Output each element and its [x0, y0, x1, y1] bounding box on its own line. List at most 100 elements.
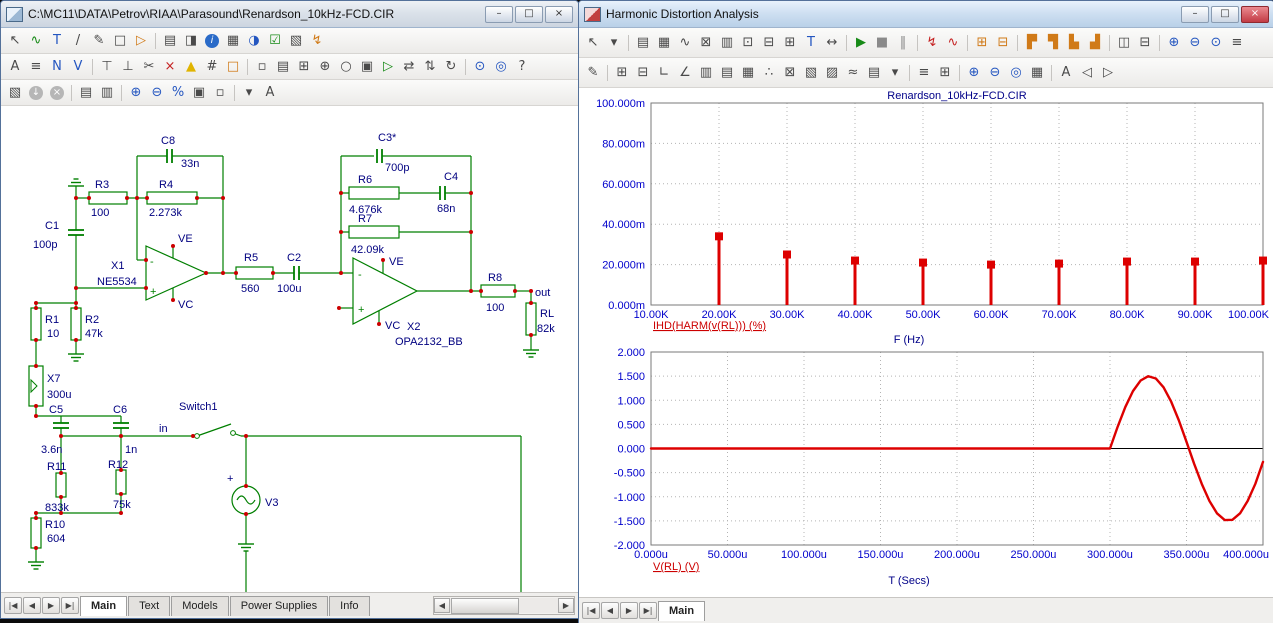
y-axis-icon[interactable]: ⊟ — [633, 63, 653, 83]
schematic-h-scrollbar[interactable]: ◀ ▶ — [433, 596, 575, 615]
power-icon[interactable]: ↯ — [307, 31, 327, 51]
data-points-icon[interactable]: ∴ — [759, 63, 779, 83]
analysis-canvas[interactable]: 100.000m80.000m60.000m40.000m20.000m0.00… — [579, 88, 1273, 597]
probe-transient-icon[interactable]: ↯ — [922, 33, 942, 53]
split-vertical-icon[interactable]: ⊟ — [1135, 33, 1155, 53]
zoom-percent-icon[interactable]: % — [168, 83, 188, 103]
zoom-in-icon[interactable]: ⊕ — [1164, 33, 1184, 53]
stack-icon[interactable]: ≈ — [843, 63, 863, 83]
minor-grid-icon[interactable]: ▦ — [738, 63, 758, 83]
find-next-icon[interactable]: ◎ — [491, 57, 511, 77]
line-tool-icon[interactable]: / — [68, 31, 88, 51]
text-size-icon[interactable]: A — [260, 83, 280, 103]
grid-menu-icon[interactable]: ▦ — [1027, 63, 1047, 83]
border-icon[interactable]: □ — [223, 57, 243, 77]
x-axis-icon[interactable]: ⊞ — [612, 63, 632, 83]
baseline-icon[interactable]: ▨ — [822, 63, 842, 83]
align-icon[interactable]: ≡ — [26, 57, 46, 77]
paste-icon[interactable]: ◨ — [181, 31, 201, 51]
document-icon[interactable]: ▤ — [273, 57, 293, 77]
list-icon[interactable]: ≡ — [1227, 33, 1247, 53]
diode-icon[interactable]: ▷ — [378, 57, 398, 77]
tab-power-supplies[interactable]: Power Supplies — [230, 596, 328, 616]
tab-nav-button[interactable]: |◀ — [582, 602, 600, 619]
minimize-button[interactable]: – — [485, 6, 513, 23]
zoom-in-icon[interactable]: ⊕ — [126, 83, 146, 103]
schematic-window-titlebar[interactable]: C:\MC11\DATA\Petrov\RIAA\Parasound\Renar… — [1, 1, 578, 28]
tab-nav-button[interactable]: ◀ — [601, 602, 619, 619]
node-voltages-icon[interactable]: V — [68, 57, 88, 77]
info-icon[interactable]: i — [205, 34, 219, 48]
waveform-icon[interactable]: ∿ — [675, 33, 695, 53]
select-tool-icon[interactable]: ↖ — [5, 31, 25, 51]
text-attr-icon[interactable]: A — [1056, 63, 1076, 83]
select-tool-icon[interactable]: ↖ — [583, 33, 603, 53]
text-tool-icon[interactable]: T — [47, 31, 67, 51]
properties-icon[interactable]: ⊞ — [294, 57, 314, 77]
numeric-output-icon[interactable]: ≡ — [914, 63, 934, 83]
grid-toggle-icon[interactable]: # — [202, 57, 222, 77]
sheet-icon[interactable]: ▧ — [286, 31, 306, 51]
mirror-icon[interactable]: ⇄ — [399, 57, 419, 77]
tab-models[interactable]: Models — [171, 596, 228, 616]
stop-button-icon[interactable]: ■ — [872, 33, 892, 53]
restore-button[interactable]: □ — [515, 6, 543, 23]
page-icon[interactable]: ▫ — [252, 57, 272, 77]
circle-tool-icon[interactable]: ○ — [336, 57, 356, 77]
remove-scale-icon[interactable]: ⊟ — [993, 33, 1013, 53]
calculator-icon[interactable]: ⊞ — [935, 63, 955, 83]
pan-icon[interactable]: ↔ — [822, 33, 842, 53]
scroll-right-button[interactable]: ▶ — [558, 598, 574, 613]
tab-info[interactable]: Info — [329, 596, 369, 616]
probe-ac-icon[interactable]: ∿ — [943, 33, 963, 53]
grid-y-icon[interactable]: ▤ — [717, 63, 737, 83]
layer-back-icon[interactable]: ▥ — [97, 83, 117, 103]
delete-tool-icon[interactable]: × — [160, 57, 180, 77]
nav-down-icon[interactable]: ↓ — [29, 86, 43, 100]
pane-icon[interactable]: ▤ — [633, 33, 653, 53]
zoom-select-icon[interactable]: ◎ — [1006, 63, 1026, 83]
remove-pane-icon[interactable]: ⊟ — [759, 33, 779, 53]
align-right-icon[interactable]: ▷ — [1098, 63, 1118, 83]
node-numbers-icon[interactable]: N — [47, 57, 67, 77]
tab-nav-button[interactable]: ▶| — [61, 597, 79, 614]
log-x-icon[interactable]: ∟ — [654, 63, 674, 83]
schematic-canvas[interactable]: C833nR3100R42.273kC1100pX1NE5534VEVC-+R5… — [1, 106, 578, 592]
region-select-icon[interactable]: ▫ — [210, 83, 230, 103]
close-button[interactable]: × — [1241, 6, 1269, 23]
wire-mode-icon[interactable]: ∿ — [26, 31, 46, 51]
attach-icon[interactable]: ▧ — [5, 83, 25, 103]
split-horizontal-icon[interactable]: ◫ — [1114, 33, 1134, 53]
ruler-icon[interactable]: ▧ — [801, 63, 821, 83]
text-tool-icon[interactable]: T — [801, 33, 821, 53]
tab-nav-button[interactable]: ▶| — [639, 602, 657, 619]
colors-icon[interactable]: ◑ — [244, 31, 264, 51]
graphics-tool-icon[interactable]: ✎ — [89, 31, 109, 51]
add-pane-icon[interactable]: ⊞ — [780, 33, 800, 53]
scrollbar-thumb[interactable] — [451, 598, 519, 614]
clipboard-icon[interactable]: ▤ — [864, 63, 884, 83]
run-button-icon[interactable]: ▶ — [851, 33, 871, 53]
layer-front-icon[interactable]: ▤ — [76, 83, 96, 103]
rotate-icon[interactable]: ↻ — [441, 57, 461, 77]
zoom-out-icon[interactable]: ⊖ — [1185, 33, 1205, 53]
tag-icon[interactable]: ⊡ — [738, 33, 758, 53]
probe-menu-icon[interactable]: ▾ — [604, 33, 624, 53]
tab-main[interactable]: Main — [80, 596, 127, 616]
zoom-in2-icon[interactable]: ⊕ — [964, 63, 984, 83]
box-tool-icon[interactable]: ▣ — [357, 57, 377, 77]
ruler-bottom-left-icon[interactable]: ▙ — [1064, 33, 1084, 53]
tab-nav-button[interactable]: ▶ — [42, 597, 60, 614]
align-left-icon[interactable]: ◁ — [1077, 63, 1097, 83]
checklist-icon[interactable]: ☑ — [265, 31, 285, 51]
token-icon[interactable]: ⊠ — [696, 33, 716, 53]
attribute-text-icon[interactable]: A — [5, 57, 25, 77]
crosshair-icon[interactable]: ⊕ — [315, 57, 335, 77]
restore-button[interactable]: □ — [1211, 6, 1239, 23]
close-circle-icon[interactable]: × — [50, 86, 64, 100]
pin-connections-icon[interactable]: ⊤ — [97, 57, 117, 77]
tab-nav-button[interactable]: |◀ — [4, 597, 22, 614]
scrollbar-track[interactable] — [450, 598, 558, 613]
flip-icon[interactable]: ⇅ — [420, 57, 440, 77]
ruler-bottom-right-icon[interactable]: ▟ — [1085, 33, 1105, 53]
